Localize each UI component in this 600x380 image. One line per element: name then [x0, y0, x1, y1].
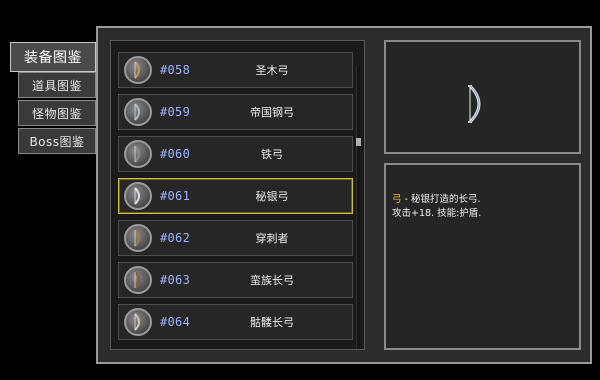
- mithril-bow-icon: [462, 84, 492, 128]
- tab-bosses[interactable]: Boss图鉴: [18, 128, 96, 154]
- item-id: #063: [160, 273, 191, 287]
- tab-monsters[interactable]: 怪物图鉴: [18, 100, 96, 126]
- list-item[interactable]: #063 蛮族长弓: [118, 262, 353, 298]
- codex-window: #058 圣木弓 #059 帝国钢弓 #060 铁弓 #061 秘银弓 #062…: [96, 26, 592, 364]
- tab-label: Boss图鉴: [29, 134, 85, 149]
- bow-icon: [124, 224, 152, 252]
- item-name: 穿刺者: [255, 232, 289, 245]
- description-text: - 秘银打造的长弓.: [401, 194, 481, 205]
- item-name: 秘银弓: [255, 190, 289, 203]
- bow-icon: [124, 98, 152, 126]
- list-item[interactable]: #062 穿刺者: [118, 220, 353, 256]
- item-id: #059: [160, 105, 191, 119]
- item-description-panel: 弓 - 秘银打造的长弓. 攻击+18. 技能:护盾.: [384, 163, 581, 350]
- item-id: #061: [160, 189, 191, 203]
- item-name: 铁弓: [261, 148, 283, 161]
- item-id: #058: [160, 63, 191, 77]
- item-name: 帝国钢弓: [250, 106, 294, 119]
- description-line-2: 攻击+18. 技能:护盾.: [392, 208, 482, 219]
- tab-label: 怪物图鉴: [31, 106, 82, 121]
- bow-icon: [124, 56, 152, 84]
- bow-icon: [124, 182, 152, 210]
- description-line-1: 弓 - 秘银打造的长弓.: [392, 193, 572, 207]
- item-id: #064: [160, 315, 191, 329]
- bow-icon: [124, 140, 152, 168]
- tab-equipment[interactable]: 装备图鉴: [10, 42, 96, 72]
- list-item[interactable]: #064 骷髅长弓: [118, 304, 353, 340]
- item-name: 骷髅长弓: [250, 316, 294, 329]
- tab-label: 装备图鉴: [24, 50, 82, 66]
- bow-icon: [124, 308, 152, 336]
- item-id: #062: [160, 231, 191, 245]
- item-type-keyword: 弓: [392, 194, 402, 205]
- list-item[interactable]: #058 圣木弓: [118, 52, 353, 88]
- item-name: 蛮族长弓: [250, 274, 294, 287]
- item-preview-panel: [384, 40, 581, 154]
- scroll-thumb[interactable]: [356, 138, 361, 146]
- item-id: #060: [160, 147, 191, 161]
- bow-icon: [124, 266, 152, 294]
- item-name: 圣木弓: [255, 64, 289, 77]
- list-item[interactable]: #060 铁弓: [118, 136, 353, 172]
- item-description: 弓 - 秘银打造的长弓. 攻击+18. 技能:护盾.: [392, 193, 572, 221]
- tab-items[interactable]: 道具图鉴: [18, 72, 96, 98]
- list-scrollbar[interactable]: [356, 66, 361, 348]
- list-item-selected[interactable]: #061 秘银弓: [118, 178, 353, 214]
- list-item[interactable]: #059 帝国钢弓: [118, 94, 353, 130]
- item-list: #058 圣木弓 #059 帝国钢弓 #060 铁弓 #061 秘银弓 #062…: [110, 40, 365, 350]
- tab-label: 道具图鉴: [31, 78, 82, 93]
